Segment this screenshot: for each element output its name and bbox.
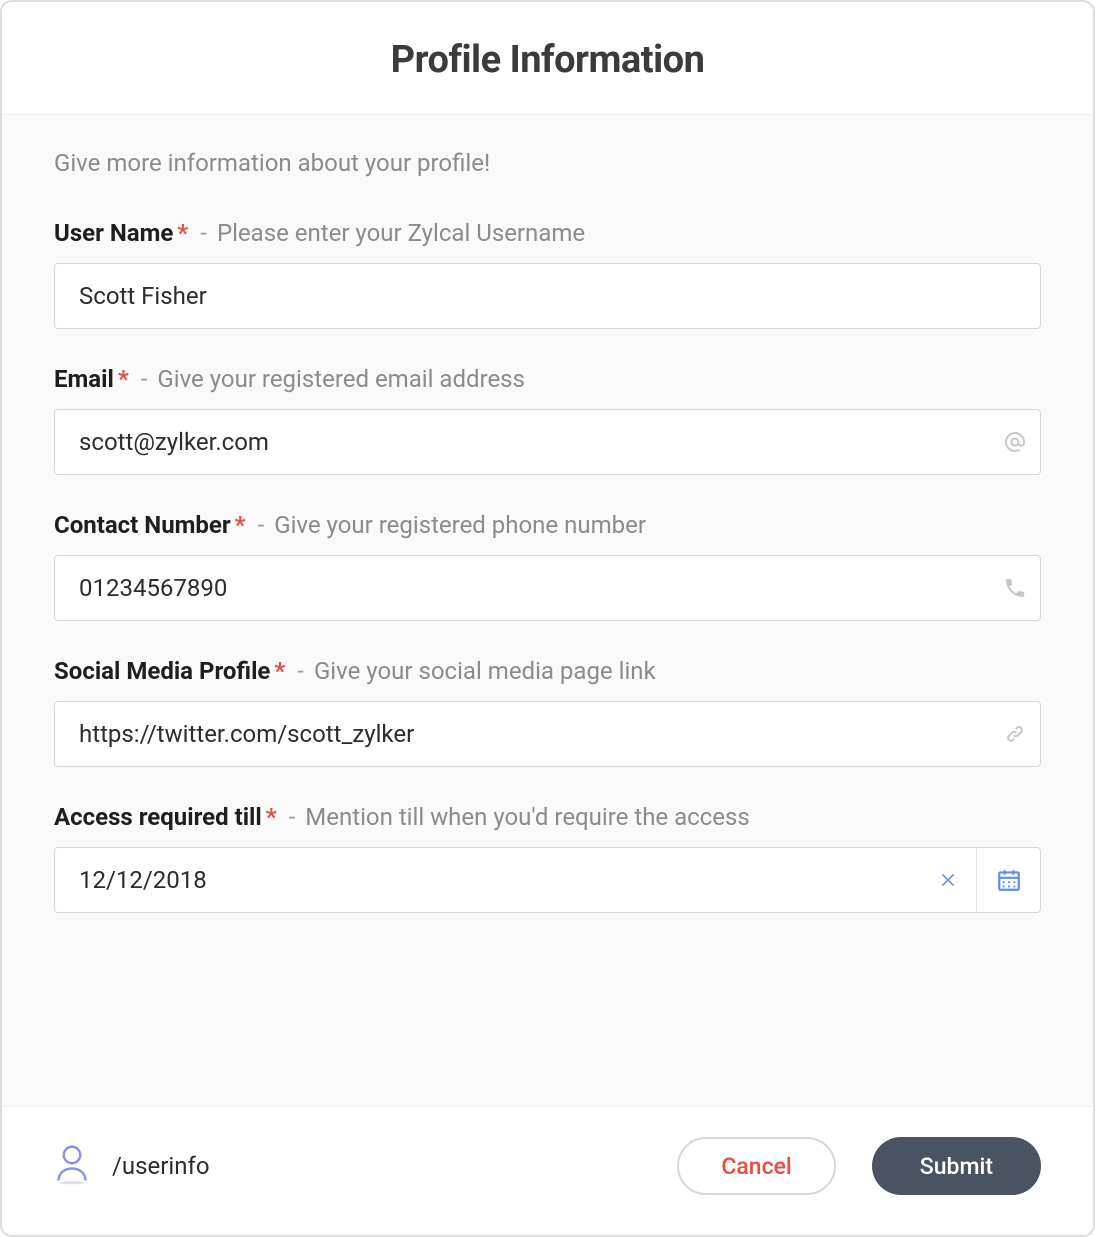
- social-label: Social Media Profile: [54, 657, 270, 685]
- label-separator: -: [141, 365, 148, 393]
- field-label-row: Social Media Profile * - Give your socia…: [54, 657, 1041, 685]
- username-input-wrap: [54, 263, 1041, 329]
- contact-hint: Give your registered phone number: [274, 511, 646, 539]
- contact-input-wrap: [54, 555, 1041, 621]
- access-hint: Mention till when you'd require the acce…: [305, 803, 749, 831]
- email-input-wrap: [54, 409, 1041, 475]
- panel-header: Profile Information: [2, 2, 1093, 114]
- link-icon: [990, 722, 1040, 746]
- contact-label: Contact Number: [54, 511, 231, 539]
- field-social: Social Media Profile * - Give your socia…: [54, 657, 1041, 767]
- cancel-button[interactable]: Cancel: [677, 1137, 835, 1195]
- field-email: Email * - Give your registered email add…: [54, 365, 1041, 475]
- email-input[interactable]: [55, 410, 990, 474]
- intro-text: Give more information about your profile…: [54, 149, 1041, 177]
- label-separator: -: [258, 511, 265, 539]
- clear-date-button[interactable]: [920, 848, 976, 912]
- field-contact: Contact Number * - Give your registered …: [54, 511, 1041, 621]
- required-mark: *: [177, 219, 188, 247]
- field-label-row: Access required till * - Mention till wh…: [54, 803, 1041, 831]
- required-mark: *: [274, 657, 285, 685]
- required-mark: *: [118, 365, 129, 393]
- label-separator: -: [289, 803, 296, 831]
- label-separator: -: [297, 657, 304, 685]
- username-input[interactable]: [55, 264, 1040, 328]
- field-label-row: Email * - Give your registered email add…: [54, 365, 1041, 393]
- field-label-row: User Name * - Please enter your Zylcal U…: [54, 219, 1041, 247]
- username-label: User Name: [54, 219, 173, 247]
- email-hint: Give your registered email address: [157, 365, 525, 393]
- footer-path: /userinfo: [112, 1152, 210, 1180]
- username-hint: Please enter your Zylcal Username: [217, 219, 585, 247]
- page-title: Profile Information: [2, 38, 1093, 82]
- footer-left: /userinfo: [54, 1143, 210, 1189]
- panel-footer: /userinfo Cancel Submit: [2, 1106, 1093, 1235]
- social-hint: Give your social media page link: [314, 657, 656, 685]
- label-separator: -: [200, 219, 207, 247]
- access-date-input[interactable]: [55, 848, 920, 912]
- field-username: User Name * - Please enter your Zylcal U…: [54, 219, 1041, 329]
- email-label: Email: [54, 365, 114, 393]
- at-icon: [990, 430, 1040, 454]
- social-input-wrap: [54, 701, 1041, 767]
- phone-icon: [990, 576, 1040, 600]
- profile-form-panel: Profile Information Give more informatio…: [0, 0, 1095, 1237]
- submit-button[interactable]: Submit: [872, 1137, 1041, 1195]
- form-body: Give more information about your profile…: [2, 114, 1093, 1106]
- social-input[interactable]: [55, 702, 990, 766]
- required-mark: *: [235, 511, 246, 539]
- contact-input[interactable]: [55, 556, 990, 620]
- user-icon: [54, 1143, 90, 1189]
- calendar-button[interactable]: [976, 848, 1040, 912]
- field-access: Access required till * - Mention till wh…: [54, 803, 1041, 913]
- access-input-wrap: [54, 847, 1041, 913]
- required-mark: *: [266, 803, 277, 831]
- access-label: Access required till: [54, 803, 262, 831]
- field-label-row: Contact Number * - Give your registered …: [54, 511, 1041, 539]
